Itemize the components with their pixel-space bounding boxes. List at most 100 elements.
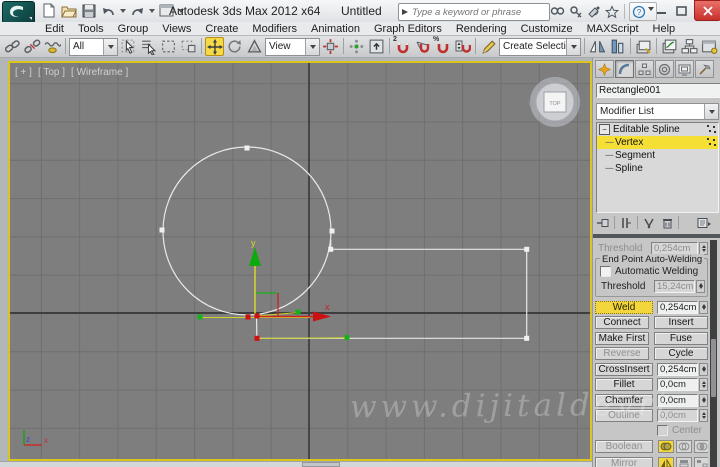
menu-customize[interactable]: Customize bbox=[514, 22, 580, 36]
stack-row-editable-spline[interactable]: − Editable Spline bbox=[597, 123, 718, 136]
favorites-star-icon[interactable] bbox=[603, 3, 620, 20]
menu-group[interactable]: Group bbox=[111, 22, 156, 36]
panel-scrollbar[interactable] bbox=[710, 240, 717, 467]
selection-filter-dropdown[interactable]: All bbox=[69, 37, 118, 56]
insert-button[interactable]: Insert bbox=[654, 316, 708, 329]
fillet-button[interactable]: Fillet bbox=[595, 378, 653, 391]
menu-modifiers[interactable]: Modifiers bbox=[245, 22, 304, 36]
stack-row-vertex[interactable]: Vertex bbox=[597, 136, 718, 149]
viewport-top[interactable]: [ + ] [ Top ] [ Wireframe ] y x TOP N E … bbox=[8, 61, 592, 461]
modifier-list-dropdown[interactable]: Modifier List bbox=[596, 103, 719, 120]
reference-coordinate-system-dropdown[interactable]: View bbox=[265, 37, 320, 56]
gizmo-y-arrowhead[interactable] bbox=[249, 247, 261, 266]
fuse-button[interactable]: Fuse bbox=[654, 331, 708, 345]
cross-insert-button[interactable]: CrossInsert bbox=[595, 362, 653, 376]
rendered-frame-window-icon[interactable] bbox=[700, 37, 719, 56]
gizmo-x-arrowhead[interactable] bbox=[313, 311, 331, 322]
select-and-link-icon[interactable] bbox=[3, 37, 22, 56]
keyboard-shortcut-override-icon[interactable] bbox=[367, 37, 386, 56]
new-file-icon[interactable] bbox=[40, 2, 57, 19]
named-selection-sets-dropdown[interactable]: Create Selection Se bbox=[499, 37, 581, 56]
weld-button[interactable]: Weld bbox=[595, 300, 653, 314]
minimize-button[interactable] bbox=[652, 2, 671, 19]
spinner-snap-toggle-icon[interactable] bbox=[453, 37, 472, 56]
mirror-button[interactable]: Mirror bbox=[595, 456, 653, 467]
menu-views[interactable]: Views bbox=[155, 22, 198, 36]
angle-snap-toggle-icon[interactable] bbox=[413, 37, 432, 56]
time-slider-thumb[interactable] bbox=[302, 462, 340, 467]
cross-insert-field[interactable]: 0,254cm bbox=[657, 362, 698, 376]
rectangular-selection-region-icon[interactable] bbox=[159, 37, 178, 56]
tab-create[interactable] bbox=[595, 60, 614, 78]
menu-create[interactable]: Create bbox=[198, 22, 245, 36]
chamfer-button[interactable]: Chamfer bbox=[595, 393, 653, 407]
collapse-icon[interactable]: − bbox=[599, 124, 610, 135]
stack-row-spline[interactable]: Spline bbox=[597, 162, 718, 175]
spline-vertices[interactable] bbox=[159, 145, 530, 341]
fillet-field[interactable]: 0,0cm bbox=[657, 378, 698, 391]
select-object-icon[interactable] bbox=[119, 37, 138, 56]
curve-editor-icon[interactable] bbox=[660, 37, 679, 56]
cycle-button[interactable]: Cycle bbox=[654, 347, 708, 360]
app-menu-button[interactable] bbox=[2, 1, 35, 24]
chamfer-spinner[interactable] bbox=[699, 393, 708, 407]
menu-graph-editors[interactable]: Graph Editors bbox=[367, 22, 449, 36]
automatic-welding-checkbox[interactable] bbox=[600, 266, 611, 277]
window-crossing-toggle-icon[interactable] bbox=[179, 37, 198, 56]
undo-icon[interactable] bbox=[100, 2, 117, 19]
tab-utilities[interactable] bbox=[695, 60, 714, 78]
menu-tools[interactable]: Tools bbox=[71, 22, 111, 36]
tab-hierarchy[interactable] bbox=[635, 60, 654, 78]
edit-named-selection-sets-icon[interactable] bbox=[479, 37, 498, 56]
menu-rendering[interactable]: Rendering bbox=[449, 22, 514, 36]
mirror-both-icon[interactable] bbox=[694, 456, 708, 467]
stack-row-segment[interactable]: Segment bbox=[597, 149, 718, 162]
auto-weld-threshold-spinner[interactable] bbox=[696, 279, 705, 293]
search-icon[interactable] bbox=[549, 3, 566, 20]
unlink-selection-icon[interactable] bbox=[23, 37, 42, 56]
redo-icon[interactable] bbox=[129, 2, 146, 19]
percent-snap-toggle-icon[interactable]: % bbox=[433, 36, 452, 56]
open-file-icon[interactable] bbox=[60, 2, 77, 19]
tab-modify[interactable] bbox=[615, 60, 634, 78]
outline-button[interactable]: Outline bbox=[595, 409, 653, 422]
pin-stack-icon[interactable] bbox=[595, 215, 611, 230]
subscription-key-icon[interactable] bbox=[567, 3, 584, 20]
fillet-spinner[interactable] bbox=[699, 378, 708, 391]
auto-weld-threshold-field[interactable]: 15,24cm bbox=[654, 279, 695, 293]
move-gizmo[interactable]: y x bbox=[249, 238, 331, 322]
mirror-icon[interactable] bbox=[588, 37, 607, 56]
viewcube[interactable]: TOP N E S W bbox=[528, 77, 581, 129]
maximize-button[interactable] bbox=[672, 2, 691, 19]
schematic-view-icon[interactable] bbox=[680, 37, 699, 56]
select-and-rotate-icon[interactable] bbox=[225, 37, 244, 56]
mirror-vertical-icon[interactable] bbox=[676, 456, 692, 467]
boolean-subtract-icon[interactable] bbox=[676, 440, 692, 453]
object-name-field[interactable] bbox=[596, 83, 720, 98]
cross-insert-spinner[interactable] bbox=[699, 362, 708, 376]
outline-spinner[interactable] bbox=[699, 409, 708, 422]
save-file-icon[interactable] bbox=[80, 2, 97, 19]
layer-manager-icon[interactable] bbox=[634, 37, 653, 56]
communication-center-icon[interactable] bbox=[585, 3, 602, 20]
show-end-result-icon[interactable] bbox=[618, 215, 634, 230]
close-button[interactable] bbox=[694, 0, 720, 21]
reverse-button[interactable]: Reverse bbox=[595, 347, 649, 360]
time-slider-track[interactable] bbox=[0, 461, 592, 467]
outline-field[interactable]: 0,0cm bbox=[657, 409, 698, 422]
tab-display[interactable] bbox=[675, 60, 694, 78]
make-unique-icon[interactable] bbox=[641, 215, 657, 230]
make-first-button[interactable]: Make First bbox=[595, 331, 649, 345]
select-and-move-icon[interactable] bbox=[205, 37, 224, 56]
center-checkbox[interactable] bbox=[657, 425, 668, 436]
boolean-button[interactable]: Boolean bbox=[595, 440, 653, 453]
select-by-name-icon[interactable] bbox=[139, 37, 158, 56]
connect-button[interactable]: Connect bbox=[595, 316, 649, 329]
menu-edit[interactable]: Edit bbox=[38, 22, 71, 36]
use-pivot-point-center-icon[interactable] bbox=[321, 37, 340, 56]
undo-dropdown-arrow[interactable] bbox=[120, 8, 126, 16]
align-icon[interactable] bbox=[608, 37, 627, 56]
search-history-arrow-icon[interactable] bbox=[399, 6, 410, 18]
boolean-intersect-icon[interactable] bbox=[694, 440, 708, 453]
search-input[interactable] bbox=[410, 5, 549, 19]
